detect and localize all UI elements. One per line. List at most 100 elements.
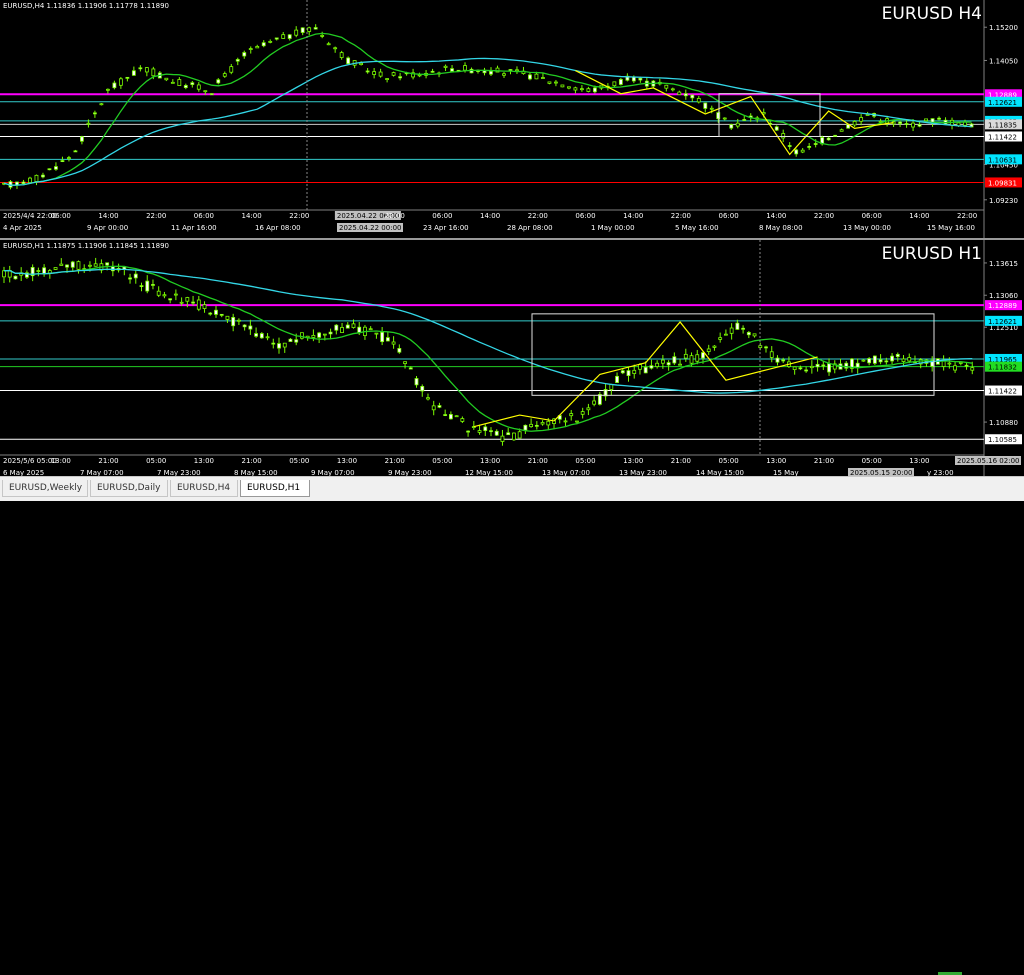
tab-eurusd-h4[interactable]: EURUSD,H4 bbox=[170, 480, 238, 497]
price-chart-h4[interactable]: 1.152001.140501.104501.092301.128891.126… bbox=[0, 0, 1024, 238]
candle-body bbox=[294, 339, 299, 343]
candle-body bbox=[807, 146, 812, 148]
candle-body bbox=[826, 137, 831, 141]
candle-body bbox=[333, 47, 338, 50]
candle-body bbox=[735, 122, 740, 127]
date-axis-label: 15 May 16:00 bbox=[927, 224, 975, 232]
candle-body bbox=[59, 263, 64, 266]
candle-body bbox=[677, 91, 682, 96]
candle-body bbox=[357, 326, 362, 333]
time-axis-label: 14:00 bbox=[909, 212, 929, 220]
time-axis-label: 05:00 bbox=[575, 457, 595, 465]
moving-average-slow bbox=[3, 57, 972, 186]
candle-body bbox=[638, 364, 642, 370]
candle-body bbox=[638, 77, 643, 81]
candle-body bbox=[385, 78, 390, 80]
candle-body bbox=[133, 273, 138, 279]
candle-body bbox=[670, 88, 675, 91]
price-scale-label: 1.09230 bbox=[989, 197, 1018, 205]
candle-body bbox=[277, 343, 281, 349]
candle-body bbox=[430, 70, 435, 73]
candle-body bbox=[563, 420, 568, 423]
candle-body bbox=[47, 270, 52, 274]
candle-body bbox=[540, 422, 545, 425]
candle-body bbox=[554, 81, 558, 84]
date-axis-label: 13 May 00:00 bbox=[843, 224, 891, 232]
candle-body bbox=[500, 435, 505, 442]
candle-body bbox=[512, 432, 516, 441]
candle-body bbox=[93, 263, 98, 267]
zigzag-indicator bbox=[473, 321, 818, 428]
candle-body bbox=[466, 430, 470, 433]
tab-eurusd-weekly[interactable]: EURUSD,Weekly bbox=[2, 480, 88, 497]
time-axis-label: 21:00 bbox=[242, 457, 262, 465]
price-chart-h1[interactable]: 1.136151.130601.125101.108801.128891.126… bbox=[0, 240, 1024, 476]
chart-pane-h1[interactable]: 1.13615 1.13060 1.12510 1.10880 1.12889 1.126… bbox=[0, 240, 1024, 476]
time-axis-label: 14:00 bbox=[623, 212, 643, 220]
candle-body bbox=[242, 324, 247, 328]
candle-body bbox=[781, 359, 786, 362]
price-level-label: 1.12889 bbox=[988, 302, 1017, 310]
candle-body bbox=[567, 86, 571, 89]
date-axis-label: 13 May 07:00 bbox=[542, 469, 590, 476]
candle-body bbox=[2, 270, 6, 278]
candle-body bbox=[898, 121, 902, 124]
candle-body bbox=[964, 364, 969, 367]
candle-body bbox=[307, 27, 312, 32]
candle-body bbox=[368, 328, 373, 331]
time-axis-label: 14:00 bbox=[98, 212, 118, 220]
candle-body bbox=[183, 85, 188, 89]
candle-body bbox=[53, 267, 58, 270]
candle-body bbox=[586, 407, 591, 411]
time-axis-label: 05:00 bbox=[862, 457, 882, 465]
candle-body bbox=[185, 297, 190, 302]
time-axis-label: 13:00 bbox=[766, 457, 786, 465]
tab-eurusd-h1[interactable]: EURUSD,H1 bbox=[240, 480, 310, 497]
candle-body bbox=[294, 29, 299, 36]
candle-body bbox=[643, 366, 648, 374]
candle-body bbox=[489, 70, 493, 75]
time-axis-label: 06:00 bbox=[432, 212, 452, 220]
candle-body bbox=[718, 337, 723, 340]
candle-body bbox=[397, 348, 402, 353]
time-axis-label: 13:00 bbox=[480, 457, 500, 465]
candle-body bbox=[365, 70, 370, 73]
date-axis-label: y 23:00 bbox=[927, 469, 954, 476]
candle-body bbox=[781, 133, 786, 139]
date-axis-label: 14 May 15:00 bbox=[696, 469, 744, 476]
candle-body bbox=[196, 299, 201, 310]
candle-body bbox=[222, 73, 227, 77]
candle-body bbox=[678, 363, 682, 366]
candle-body bbox=[615, 375, 619, 383]
candle-body bbox=[156, 290, 161, 296]
date-axis-label: 1 May 00:00 bbox=[591, 224, 635, 232]
candle-body bbox=[179, 301, 184, 304]
time-axis-label: 05:00 bbox=[432, 457, 452, 465]
price-level-label: 1.11832 bbox=[988, 364, 1017, 372]
candle-body bbox=[138, 67, 143, 70]
candle-body bbox=[852, 121, 857, 126]
time-axis-label: 05:00 bbox=[719, 457, 739, 465]
candle-body bbox=[800, 149, 805, 153]
price-level-label: 1.12621 bbox=[988, 318, 1017, 326]
candle-body bbox=[612, 81, 617, 87]
candle-body bbox=[907, 357, 912, 362]
candle-body bbox=[403, 361, 407, 364]
price-level-label: 1.11835 bbox=[988, 121, 1017, 129]
date-axis-label: 9 Apr 00:00 bbox=[87, 224, 128, 232]
tab-eurusd-daily[interactable]: EURUSD,Daily bbox=[90, 480, 168, 497]
candle-body bbox=[454, 415, 459, 418]
chart-pane-h4[interactable]: 1.15200 1.14050 1.10450 1.09230 1.12889 1.126… bbox=[0, 0, 1024, 238]
candle-body bbox=[162, 294, 167, 297]
candle-body bbox=[125, 76, 130, 79]
candle-body bbox=[741, 327, 745, 330]
candle-body bbox=[534, 424, 539, 427]
candle-body bbox=[809, 365, 814, 369]
candle-body bbox=[173, 293, 178, 296]
time-axis-label: 13:00 bbox=[623, 457, 643, 465]
date-axis-label: 8 May 08:00 bbox=[759, 224, 803, 232]
candle-body bbox=[437, 405, 442, 408]
candle-body bbox=[515, 69, 519, 72]
candle-body bbox=[529, 423, 534, 428]
candle-body bbox=[597, 394, 602, 405]
